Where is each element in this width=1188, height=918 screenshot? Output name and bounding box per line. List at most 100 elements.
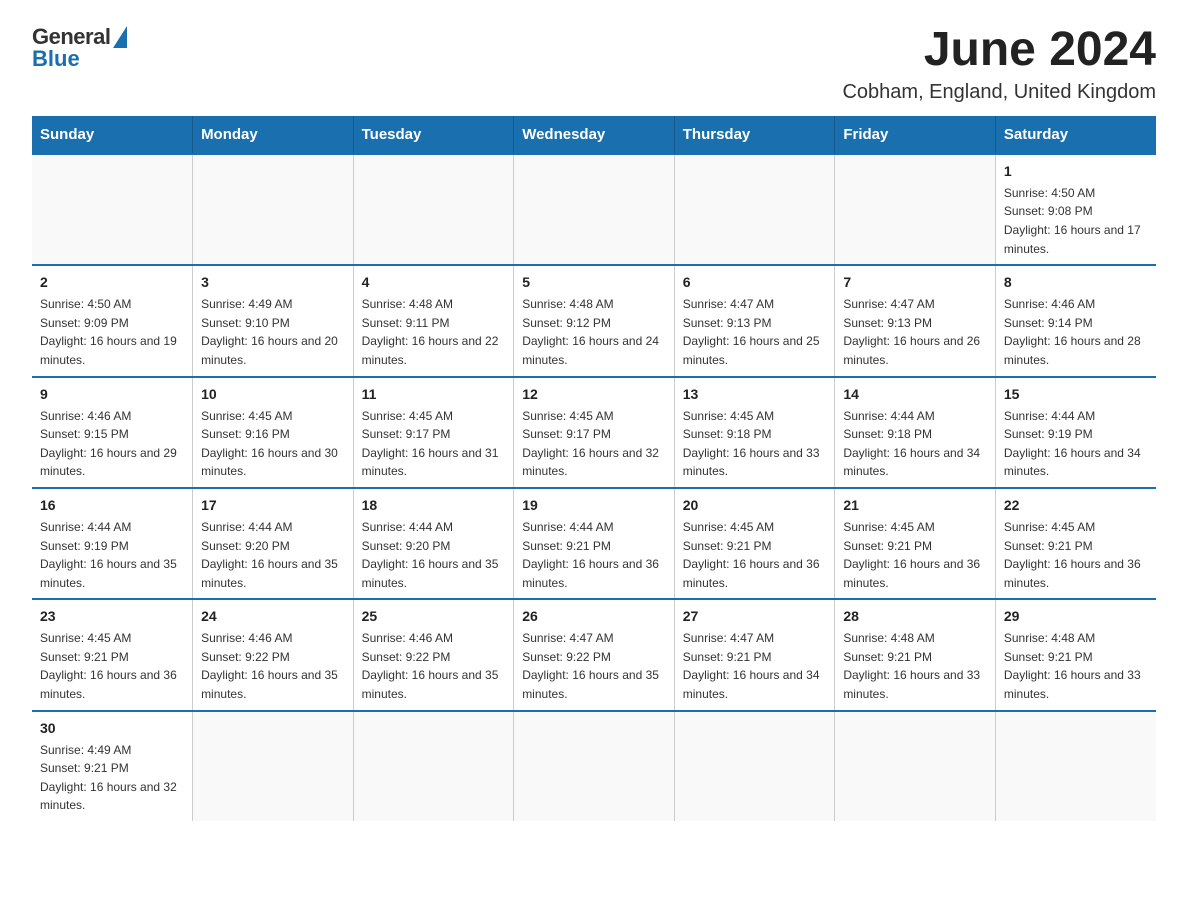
- logo-triangle-icon: [113, 26, 127, 48]
- calendar-week-row: 30Sunrise: 4:49 AMSunset: 9:21 PMDayligh…: [32, 711, 1156, 821]
- title-area: June 2024 Cobham, England, United Kingdo…: [842, 24, 1156, 104]
- calendar-cell: 1Sunrise: 4:50 AMSunset: 9:08 PMDaylight…: [995, 154, 1156, 265]
- day-number: 30: [40, 718, 184, 739]
- day-number: 13: [683, 384, 827, 405]
- calendar-cell: [193, 154, 354, 265]
- day-number: 7: [843, 272, 987, 293]
- day-info: Sunrise: 4:48 AMSunset: 9:21 PMDaylight:…: [1004, 629, 1148, 703]
- day-header-wednesday: Wednesday: [514, 116, 675, 154]
- calendar-cell: 17Sunrise: 4:44 AMSunset: 9:20 PMDayligh…: [193, 488, 354, 599]
- day-number: 9: [40, 384, 184, 405]
- calendar-week-row: 1Sunrise: 4:50 AMSunset: 9:08 PMDaylight…: [32, 154, 1156, 265]
- day-number: 23: [40, 606, 184, 627]
- day-info: Sunrise: 4:46 AMSunset: 9:22 PMDaylight:…: [201, 629, 345, 703]
- day-info: Sunrise: 4:46 AMSunset: 9:14 PMDaylight:…: [1004, 295, 1148, 369]
- calendar-table: SundayMondayTuesdayWednesdayThursdayFrid…: [32, 116, 1156, 821]
- day-info: Sunrise: 4:45 AMSunset: 9:17 PMDaylight:…: [522, 407, 666, 481]
- day-number: 24: [201, 606, 345, 627]
- day-info: Sunrise: 4:47 AMSunset: 9:13 PMDaylight:…: [843, 295, 987, 369]
- day-info: Sunrise: 4:50 AMSunset: 9:09 PMDaylight:…: [40, 295, 184, 369]
- calendar-cell: 8Sunrise: 4:46 AMSunset: 9:14 PMDaylight…: [995, 265, 1156, 376]
- day-info: Sunrise: 4:44 AMSunset: 9:19 PMDaylight:…: [40, 518, 184, 592]
- calendar-cell: [514, 711, 675, 821]
- calendar-cell: 29Sunrise: 4:48 AMSunset: 9:21 PMDayligh…: [995, 599, 1156, 710]
- calendar-cell: 21Sunrise: 4:45 AMSunset: 9:21 PMDayligh…: [835, 488, 996, 599]
- calendar-cell: 30Sunrise: 4:49 AMSunset: 9:21 PMDayligh…: [32, 711, 193, 821]
- calendar-cell: 23Sunrise: 4:45 AMSunset: 9:21 PMDayligh…: [32, 599, 193, 710]
- day-info: Sunrise: 4:50 AMSunset: 9:08 PMDaylight:…: [1004, 184, 1148, 258]
- day-info: Sunrise: 4:47 AMSunset: 9:22 PMDaylight:…: [522, 629, 666, 703]
- calendar-cell: 27Sunrise: 4:47 AMSunset: 9:21 PMDayligh…: [674, 599, 835, 710]
- day-number: 3: [201, 272, 345, 293]
- day-number: 5: [522, 272, 666, 293]
- day-header-saturday: Saturday: [995, 116, 1156, 154]
- day-number: 14: [843, 384, 987, 405]
- day-info: Sunrise: 4:45 AMSunset: 9:17 PMDaylight:…: [362, 407, 506, 481]
- day-info: Sunrise: 4:48 AMSunset: 9:21 PMDaylight:…: [843, 629, 987, 703]
- calendar-cell: [514, 154, 675, 265]
- calendar-week-row: 2Sunrise: 4:50 AMSunset: 9:09 PMDaylight…: [32, 265, 1156, 376]
- page-header: General Blue June 2024 Cobham, England, …: [32, 24, 1156, 104]
- day-info: Sunrise: 4:49 AMSunset: 9:21 PMDaylight:…: [40, 741, 184, 815]
- calendar-cell: 20Sunrise: 4:45 AMSunset: 9:21 PMDayligh…: [674, 488, 835, 599]
- day-number: 26: [522, 606, 666, 627]
- day-number: 27: [683, 606, 827, 627]
- calendar-cell: 2Sunrise: 4:50 AMSunset: 9:09 PMDaylight…: [32, 265, 193, 376]
- day-number: 10: [201, 384, 345, 405]
- day-info: Sunrise: 4:48 AMSunset: 9:11 PMDaylight:…: [362, 295, 506, 369]
- day-number: 21: [843, 495, 987, 516]
- month-title: June 2024: [842, 24, 1156, 77]
- day-number: 11: [362, 384, 506, 405]
- day-header-sunday: Sunday: [32, 116, 193, 154]
- calendar-cell: [674, 711, 835, 821]
- calendar-cell: 12Sunrise: 4:45 AMSunset: 9:17 PMDayligh…: [514, 377, 675, 488]
- calendar-cell: [835, 154, 996, 265]
- day-header-tuesday: Tuesday: [353, 116, 514, 154]
- day-info: Sunrise: 4:47 AMSunset: 9:13 PMDaylight:…: [683, 295, 827, 369]
- calendar-cell: [353, 711, 514, 821]
- calendar-cell: 7Sunrise: 4:47 AMSunset: 9:13 PMDaylight…: [835, 265, 996, 376]
- calendar-cell: [193, 711, 354, 821]
- calendar-cell: 22Sunrise: 4:45 AMSunset: 9:21 PMDayligh…: [995, 488, 1156, 599]
- day-info: Sunrise: 4:49 AMSunset: 9:10 PMDaylight:…: [201, 295, 345, 369]
- day-info: Sunrise: 4:45 AMSunset: 9:21 PMDaylight:…: [683, 518, 827, 592]
- day-header-monday: Monday: [193, 116, 354, 154]
- calendar-cell: 3Sunrise: 4:49 AMSunset: 9:10 PMDaylight…: [193, 265, 354, 376]
- calendar-cell: [674, 154, 835, 265]
- day-info: Sunrise: 4:45 AMSunset: 9:16 PMDaylight:…: [201, 407, 345, 481]
- day-info: Sunrise: 4:44 AMSunset: 9:21 PMDaylight:…: [522, 518, 666, 592]
- calendar-week-row: 16Sunrise: 4:44 AMSunset: 9:19 PMDayligh…: [32, 488, 1156, 599]
- calendar-cell: [835, 711, 996, 821]
- day-info: Sunrise: 4:45 AMSunset: 9:21 PMDaylight:…: [1004, 518, 1148, 592]
- calendar-cell: 5Sunrise: 4:48 AMSunset: 9:12 PMDaylight…: [514, 265, 675, 376]
- calendar-cell: 28Sunrise: 4:48 AMSunset: 9:21 PMDayligh…: [835, 599, 996, 710]
- calendar-cell: 15Sunrise: 4:44 AMSunset: 9:19 PMDayligh…: [995, 377, 1156, 488]
- calendar-cell: 18Sunrise: 4:44 AMSunset: 9:20 PMDayligh…: [353, 488, 514, 599]
- calendar-cell: 6Sunrise: 4:47 AMSunset: 9:13 PMDaylight…: [674, 265, 835, 376]
- day-info: Sunrise: 4:45 AMSunset: 9:18 PMDaylight:…: [683, 407, 827, 481]
- day-number: 20: [683, 495, 827, 516]
- day-number: 18: [362, 495, 506, 516]
- day-number: 17: [201, 495, 345, 516]
- calendar-cell: 25Sunrise: 4:46 AMSunset: 9:22 PMDayligh…: [353, 599, 514, 710]
- day-info: Sunrise: 4:45 AMSunset: 9:21 PMDaylight:…: [40, 629, 184, 703]
- day-info: Sunrise: 4:46 AMSunset: 9:15 PMDaylight:…: [40, 407, 184, 481]
- calendar-cell: 19Sunrise: 4:44 AMSunset: 9:21 PMDayligh…: [514, 488, 675, 599]
- day-number: 4: [362, 272, 506, 293]
- day-header-friday: Friday: [835, 116, 996, 154]
- calendar-cell: 13Sunrise: 4:45 AMSunset: 9:18 PMDayligh…: [674, 377, 835, 488]
- calendar-cell: 11Sunrise: 4:45 AMSunset: 9:17 PMDayligh…: [353, 377, 514, 488]
- day-header-thursday: Thursday: [674, 116, 835, 154]
- day-info: Sunrise: 4:47 AMSunset: 9:21 PMDaylight:…: [683, 629, 827, 703]
- day-info: Sunrise: 4:45 AMSunset: 9:21 PMDaylight:…: [843, 518, 987, 592]
- day-number: 6: [683, 272, 827, 293]
- calendar-cell: 14Sunrise: 4:44 AMSunset: 9:18 PMDayligh…: [835, 377, 996, 488]
- day-number: 29: [1004, 606, 1148, 627]
- day-info: Sunrise: 4:44 AMSunset: 9:20 PMDaylight:…: [362, 518, 506, 592]
- day-number: 15: [1004, 384, 1148, 405]
- day-info: Sunrise: 4:46 AMSunset: 9:22 PMDaylight:…: [362, 629, 506, 703]
- day-number: 12: [522, 384, 666, 405]
- day-info: Sunrise: 4:44 AMSunset: 9:18 PMDaylight:…: [843, 407, 987, 481]
- calendar-cell: [353, 154, 514, 265]
- day-number: 19: [522, 495, 666, 516]
